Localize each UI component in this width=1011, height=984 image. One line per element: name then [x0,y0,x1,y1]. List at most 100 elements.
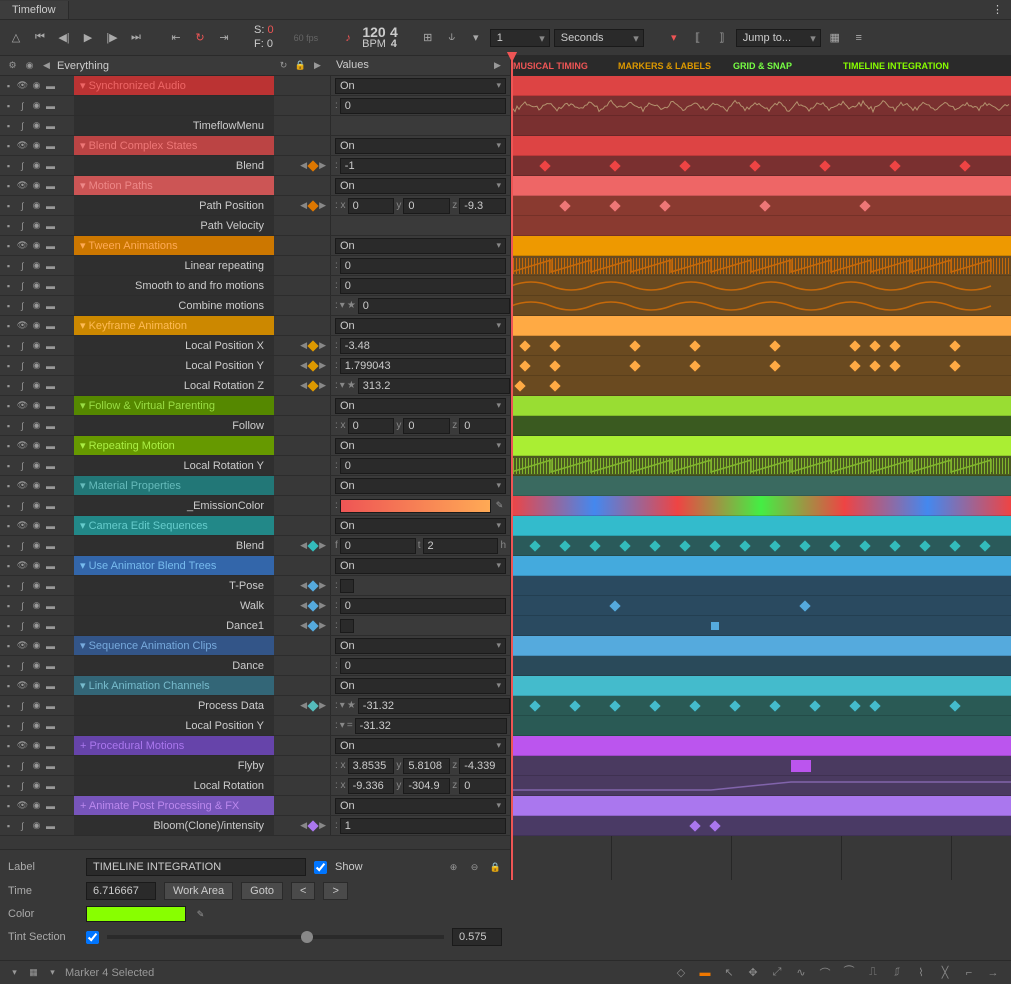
chevron-right-icon[interactable]: ▶ [311,59,324,72]
target-icon[interactable]: ◉ [30,79,43,92]
target-icon[interactable]: ◉ [30,679,43,692]
track-label[interactable]: Combine motions [74,296,274,315]
keyframe[interactable] [539,160,550,171]
dash-icon[interactable]: ▬ [44,539,57,552]
value-input[interactable] [340,598,506,614]
track-label[interactable]: Blend [74,156,274,175]
value-input[interactable] [358,298,510,314]
lock-icon[interactable]: ▪ [2,259,15,272]
curve-icon[interactable]: ∫ [16,539,29,552]
target-icon[interactable]: ◉ [30,499,43,512]
value-dropdown[interactable]: On [335,798,506,814]
lock-icon[interactable]: ▪ [2,339,15,352]
eye-icon[interactable]: 👁 [16,639,29,652]
keyframe[interactable] [849,340,860,351]
track-row[interactable]: ▪∫◉▬T-Pose◀▶: [0,576,510,596]
dash-icon[interactable]: ▬ [44,359,57,372]
skip-end-icon[interactable]: ⏭ [126,28,146,48]
dash-icon[interactable]: ▬ [44,679,57,692]
track-label[interactable]: Local Position Y [74,356,274,375]
timeline-row[interactable] [511,516,1011,536]
lock-icon[interactable]: ▪ [2,699,15,712]
timeline-row[interactable] [511,756,1011,776]
curve-icon[interactable]: ∫ [16,159,29,172]
value-input[interactable] [358,378,510,394]
goto-button[interactable]: Goto [241,882,283,900]
curve-icon[interactable]: ∫ [16,779,29,792]
clip-block[interactable] [791,760,811,772]
track-label[interactable]: TimeflowMenu [74,116,274,135]
track-label[interactable]: ▾ Follow & Virtual Parenting [74,396,274,415]
keyframe[interactable] [549,360,560,371]
curve5-icon[interactable]: ⎎ [887,963,907,983]
timeline-row[interactable] [511,396,1011,416]
keyframe[interactable] [559,200,570,211]
lock-icon[interactable]: ▪ [2,779,15,792]
curve-icon[interactable]: ∫ [16,359,29,372]
track-row[interactable]: ▪∫◉▬Linear repeating: [0,256,510,276]
track-row[interactable]: ▪∫◉▬Path Position◀▶: xyz [0,196,510,216]
timeline-row[interactable] [511,636,1011,656]
snap-value-dropdown[interactable]: 1 [490,29,550,47]
transform-icon[interactable]: ◇ [671,963,691,983]
dash-icon[interactable]: ▬ [44,219,57,232]
dash-icon[interactable]: ▬ [44,719,57,732]
arrow-icon[interactable]: → [983,963,1003,983]
keyframe-icon[interactable] [307,360,318,371]
dash-icon[interactable]: ▬ [44,779,57,792]
dash-icon[interactable]: ▬ [44,819,57,832]
markers-row[interactable]: MUSICAL TIMINGMARKERS & LABELSGRID & SNA… [511,56,1011,76]
track-label[interactable]: ▾ Sequence Animation Clips [74,636,274,655]
keyframe[interactable] [629,340,640,351]
curve-icon[interactable]: ∫ [16,459,29,472]
target-icon[interactable]: ◉ [30,479,43,492]
kf-next-icon[interactable]: ▶ [319,620,326,631]
x-input[interactable] [348,418,395,434]
x-input[interactable] [348,778,395,794]
timeline-row[interactable] [511,356,1011,376]
play-icon[interactable]: ▶ [78,28,98,48]
eye-icon[interactable]: 👁 [16,679,29,692]
keyframe[interactable] [519,360,530,371]
marker-icon[interactable]: ▾ [664,28,684,48]
keyframe[interactable] [889,160,900,171]
timeline-row[interactable] [511,596,1011,616]
marker[interactable]: MARKERS & LABELS [616,60,713,72]
target-icon[interactable]: ◉ [30,459,43,472]
track-row[interactable]: ▪👁◉▬▾ Use Animator Blend TreesOn [0,556,510,576]
z-input[interactable] [459,758,506,774]
track-row[interactable]: ▪👁◉▬+ Procedural MotionsOn [0,736,510,756]
target-icon[interactable]: ◉ [30,419,43,432]
dash-icon[interactable]: ▬ [44,519,57,532]
value-dropdown[interactable]: On [335,478,506,494]
lock-icon[interactable]: ▪ [2,79,15,92]
target-icon[interactable]: ◉ [30,439,43,452]
target-icon[interactable]: ◉ [30,279,43,292]
track-label[interactable] [74,96,274,115]
kf-next-icon[interactable]: ▶ [319,340,326,351]
timeline-tracks[interactable] [511,76,1011,880]
curve-icon[interactable]: ∫ [16,339,29,352]
keyframe[interactable] [549,380,560,391]
track-label[interactable]: Dance1 [74,616,274,635]
value-dropdown[interactable]: On [335,558,506,574]
curve3-icon[interactable]: ⏜ [839,963,859,983]
keyframe[interactable] [711,622,719,630]
lock-icon[interactable]: ▪ [2,199,15,212]
value-input[interactable] [340,818,506,834]
curve2-icon[interactable]: ⌒ [815,963,835,983]
track-row[interactable]: ▪∫◉▬Combine motions:▾★ [0,296,510,316]
track-row[interactable]: ▪👁◉▬▾ Tween AnimationsOn [0,236,510,256]
chevron-left-icon[interactable]: ◀ [40,59,53,72]
curve-icon[interactable]: ∫ [16,719,29,732]
track-label[interactable]: ▾ Tween Animations [74,236,274,255]
curve1-icon[interactable]: ∿ [791,963,811,983]
time-input[interactable] [86,882,156,900]
x-input[interactable] [348,198,395,214]
keyframe[interactable] [514,380,525,391]
target-icon[interactable]: ◉ [30,139,43,152]
target-icon[interactable]: ◉ [30,99,43,112]
keyframe[interactable] [529,540,540,551]
z-input[interactable] [459,778,506,794]
track-row[interactable]: ▪∫◉▬Local Rotation: xyz [0,776,510,796]
